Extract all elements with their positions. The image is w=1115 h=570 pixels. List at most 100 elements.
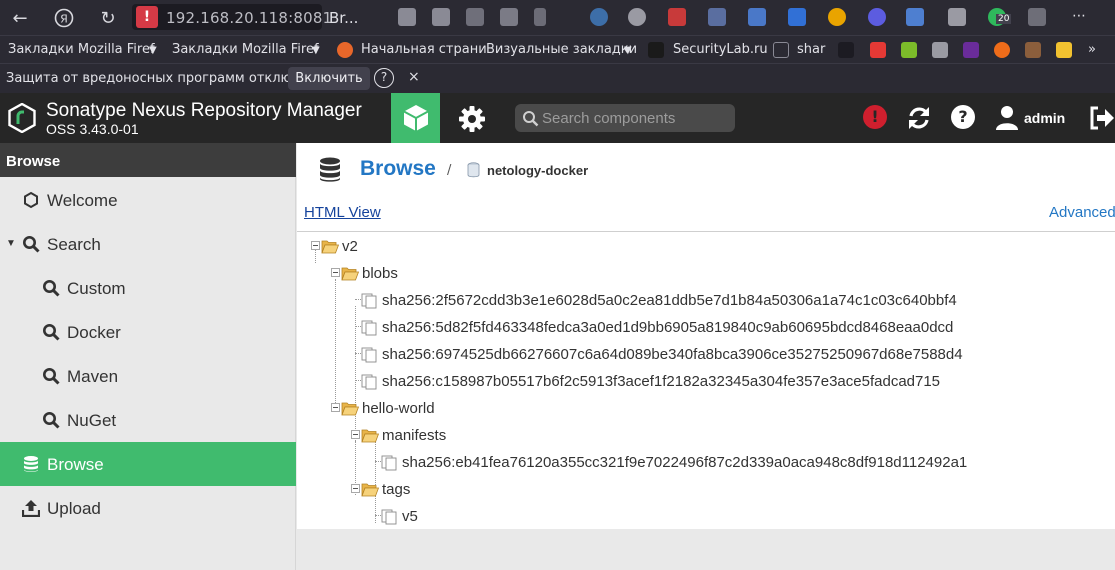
bookmark-folder[interactable]: Визуальные закладки	[486, 42, 637, 57]
sidebar-item-label: Search	[47, 235, 101, 254]
collapse-toggle[interactable]	[331, 268, 340, 277]
tree-node-file[interactable]: sha256:c158987b05517b6f2c5913f3acef1f218…	[347, 372, 1067, 392]
translate-icon[interactable]	[788, 8, 806, 26]
extension-icon[interactable]	[948, 8, 966, 26]
extension-icon[interactable]	[590, 8, 608, 26]
bookmark-folder[interactable]: Закладки Mozilla Firef	[172, 42, 319, 57]
breadcrumb: Browse / netology-docker	[297, 143, 1115, 197]
gear-icon[interactable]	[458, 105, 486, 133]
folder-open-icon	[321, 240, 339, 254]
tree-node-folder[interactable]: hello-world	[327, 399, 727, 419]
tree-node-folder[interactable]: manifests	[347, 426, 747, 446]
nexus-logo-icon[interactable]	[7, 103, 37, 133]
sidebar-item-browse[interactable]: Browse	[0, 442, 296, 486]
extension-icon[interactable]	[868, 8, 886, 26]
bookmark-icon[interactable]	[963, 42, 979, 58]
extension-icon[interactable]	[398, 8, 416, 26]
bookmark-icon[interactable]	[994, 42, 1010, 58]
page-icon	[773, 42, 789, 58]
back-icon[interactable]: ←	[8, 6, 32, 30]
collapse-toggle[interactable]	[351, 430, 360, 439]
mail-icon[interactable]	[708, 8, 726, 26]
sidebar-item-nuget[interactable]: NuGet	[0, 398, 296, 442]
html-view-link[interactable]: HTML View	[304, 204, 381, 221]
tree-node-file[interactable]: sha256:5d82f5fd463348fedca3a0ed1d9bb6905…	[347, 318, 1067, 338]
collapse-toggle[interactable]	[311, 241, 320, 250]
yandex-icon[interactable]: Я	[52, 6, 76, 30]
bookmark-icon[interactable]	[901, 42, 917, 58]
search-icon	[23, 236, 40, 253]
tree-node-folder[interactable]: tags	[347, 480, 747, 500]
search-icon	[43, 412, 60, 429]
extension-icon[interactable]	[668, 8, 686, 26]
overflow-icon[interactable]: »	[1088, 42, 1096, 57]
extension-icon[interactable]	[828, 8, 846, 26]
bookmark-icon[interactable]	[534, 8, 546, 26]
sidebar-item-label: Upload	[47, 499, 101, 518]
search-components-input[interactable]	[542, 107, 730, 129]
tree-node-folder[interactable]: v2	[307, 237, 707, 257]
sidebar-item-maven[interactable]: Maven	[0, 354, 296, 398]
sidebar-item-search[interactable]: ▼ Search	[0, 222, 296, 266]
sidebar-item-upload[interactable]: Upload	[0, 486, 296, 530]
bookmark-folder[interactable]: Закладки Mozilla Firef	[8, 42, 155, 57]
tree-node-label: manifests	[382, 427, 447, 444]
upload-icon	[22, 500, 40, 517]
reload-icon[interactable]: ↻	[96, 6, 120, 30]
url-text[interactable]: 192.168.20.118:8081	[166, 9, 332, 27]
breadcrumb-browse-link[interactable]: Browse	[360, 157, 436, 181]
help-icon[interactable]: ?	[374, 68, 394, 88]
user-icon[interactable]	[995, 105, 1019, 131]
sidebar-item-label: Docker	[67, 323, 121, 342]
file-icon	[381, 455, 397, 471]
enable-button[interactable]: Включить	[288, 67, 370, 90]
tree-node-file[interactable]: sha256:eb41fea76120a355cc321f9e7022496f8…	[367, 453, 1087, 473]
sign-out-icon[interactable]	[1088, 105, 1114, 131]
insecure-warning-icon[interactable]: !	[136, 6, 158, 28]
user-name[interactable]: admin	[1024, 110, 1065, 126]
main-panel: Browse / netology-docker HTML View Advan…	[297, 143, 1115, 570]
bookmark-icon[interactable]	[1025, 42, 1041, 58]
tree-node-file[interactable]: sha256:2f5672cdd3b3e1e6028d5a0c2ea81ddb5…	[347, 291, 1067, 311]
tree-node-folder[interactable]: blobs	[327, 264, 727, 284]
account-icon[interactable]	[1028, 8, 1046, 26]
yandex-bookmark-icon[interactable]	[870, 42, 886, 58]
extension-icon[interactable]	[432, 8, 450, 26]
chevron-down-icon[interactable]: ▼	[149, 45, 157, 56]
star-icon[interactable]	[1056, 42, 1072, 58]
extension-icon[interactable]	[628, 8, 646, 26]
close-icon[interactable]: ×	[408, 69, 420, 85]
bookmark-icon[interactable]	[838, 42, 854, 58]
tree-node-file[interactable]: sha256:6974525db66276607c6a64d089be340fa…	[347, 345, 1067, 365]
sidebar-item-docker[interactable]: Docker	[0, 310, 296, 354]
collapse-toggle[interactable]	[331, 403, 340, 412]
file-icon	[361, 347, 377, 363]
sidebar-item-custom[interactable]: Custom	[0, 266, 296, 310]
extension-icon[interactable]	[906, 8, 924, 26]
chevron-down-icon[interactable]: ▼	[624, 45, 632, 56]
tree-node-label: blobs	[362, 265, 398, 282]
menu-icon[interactable]: ⋯	[1072, 8, 1086, 24]
bookmark-link[interactable]: SecurityLab.ru	[673, 42, 768, 57]
translate-icon[interactable]	[466, 8, 484, 26]
search-box[interactable]	[515, 104, 735, 132]
file-icon	[361, 293, 377, 309]
help-icon[interactable]: ?	[951, 105, 975, 129]
alert-icon[interactable]: !	[863, 105, 887, 129]
caret-down-icon[interactable]: ▼	[6, 238, 16, 249]
advanced-search-link[interactable]: Advanced	[1049, 204, 1115, 221]
bookmark-link[interactable]: Начальная страни	[361, 42, 487, 57]
refresh-icon[interactable]	[906, 105, 932, 131]
browse-tree-panel: HTML View Advanced v2 blobs sha256:2f567…	[297, 197, 1115, 529]
collapse-toggle[interactable]	[351, 484, 360, 493]
extension-icon[interactable]	[500, 8, 518, 26]
extension-icon[interactable]	[748, 8, 766, 26]
browse-mode-button[interactable]	[391, 93, 440, 143]
tree-node-file[interactable]: v5	[367, 507, 767, 527]
tree-node-label: v2	[342, 238, 358, 255]
chevron-down-icon[interactable]: ▼	[312, 45, 320, 56]
tab-title[interactable]: Br...	[329, 9, 358, 27]
bookmark-link[interactable]: shar	[797, 42, 825, 57]
sidebar-item-welcome[interactable]: Welcome	[0, 178, 296, 222]
bookmark-icon[interactable]	[932, 42, 948, 58]
